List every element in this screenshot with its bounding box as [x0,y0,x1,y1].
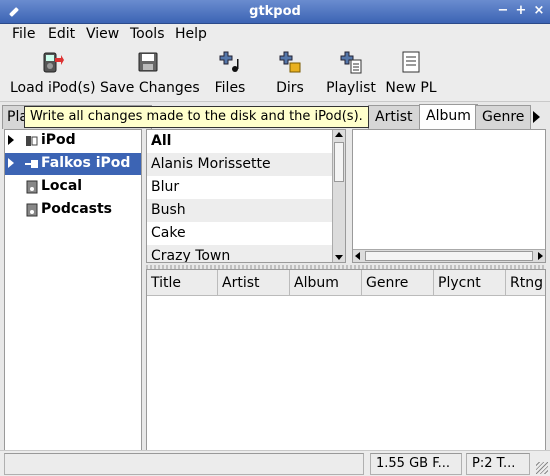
menu-edit[interactable]: Edit [48,26,75,42]
tree-item-falkos-ipod[interactable]: Falkos iPod [5,153,141,175]
column-title[interactable]: Title [147,270,218,296]
tab-genre-label: Genre [482,109,525,125]
expander-icon[interactable] [8,158,14,168]
add-files-icon [219,51,239,72]
new-playlist-icon [402,51,420,73]
tab-album[interactable]: Album [419,104,478,130]
tree-item-ipod[interactable]: iPod [5,130,141,152]
tab-artist-label: Artist [375,109,413,125]
scrollbar-thumb[interactable] [365,251,533,261]
column-artist[interactable]: Artist [218,270,290,296]
tab-genre[interactable]: Genre [475,105,532,129]
menu-tools[interactable]: Tools [130,26,165,42]
tab-artist[interactable]: Artist [368,105,420,129]
new-playlist-label: New PL [385,80,437,96]
column-album[interactable]: Album [290,270,362,296]
add-dirs-button[interactable]: Dirs [270,50,310,100]
menu-bar: File Edit View Tools Help [0,24,550,46]
add-playlist-icon [340,51,362,74]
add-playlist-button[interactable]: Playlist [326,50,376,100]
playlist-tree: iPod Falkos iPod Local Podcasts [4,129,142,457]
column-rtng[interactable]: Rtng [506,270,545,296]
save-changes-button[interactable]: Save Changes [100,50,200,100]
list-item[interactable]: All [147,130,333,153]
resize-grip[interactable] [536,462,548,474]
expander-icon[interactable] [8,135,14,145]
album-list [352,129,546,263]
tree-item-local[interactable]: Local [5,176,141,198]
add-files-label: Files [214,80,246,96]
tree-item-label: Falkos iPod [41,155,131,171]
scrollbar-thumb[interactable] [334,142,344,182]
close-icon[interactable]: × [531,3,547,19]
add-files-button[interactable]: Files [210,50,250,100]
list-item[interactable]: Alanis Morissette [147,153,333,176]
list-item[interactable]: Cake [147,222,333,245]
column-plycnt[interactable]: Plycnt [434,270,506,296]
tab-album-label: Album [426,108,471,124]
column-genre[interactable]: Genre [362,270,434,296]
save-changes-label: Save Changes [100,80,200,96]
track-list: Title Artist Album Genre Plycnt Rtng [146,269,546,457]
load-ipod-icon [43,52,64,73]
add-dirs-icon [279,51,301,73]
new-playlist-button[interactable]: New PL [384,50,438,100]
add-dirs-label: Dirs [276,80,304,96]
tab-scroll-right-icon[interactable] [533,111,540,123]
save-icon [138,52,158,72]
status-playlist-info: P:2 T... [466,453,530,475]
list-item[interactable]: Bush [147,199,333,222]
menu-file[interactable]: File [12,26,35,42]
scroll-up-icon[interactable] [335,132,343,137]
tree-item-label: Podcasts [41,201,113,217]
scroll-left-icon[interactable] [355,252,360,260]
status-bar: 1.55 GB F... P:2 T... [0,450,550,476]
toolbar: Load iPod(s) Save Changes Files Dirs Pla… [0,46,550,102]
window-title: gtkpod [249,4,301,19]
load-ipod-button[interactable]: Load iPod(s) [10,50,96,100]
tooltip: Write all changes made to the disk and t… [24,106,369,128]
add-playlist-label: Playlist [326,80,376,96]
album-scrollbar[interactable] [353,249,545,262]
load-ipod-label: Load iPod(s) [10,80,96,96]
status-free-space: 1.55 GB F... [370,453,462,475]
title-bar: gtkpod − + × [0,0,550,24]
scroll-down-icon[interactable] [335,255,343,260]
tree-item-label: Local [41,178,83,194]
list-item[interactable]: Crazy Town [147,245,333,262]
list-item[interactable]: Blur [147,176,333,199]
maximize-icon[interactable]: + [513,3,529,19]
menu-view[interactable]: View [86,26,119,42]
artist-scrollbar[interactable] [332,130,345,262]
local-icon [26,180,38,194]
ipod-connected-icon [25,160,38,168]
tree-item-label: iPod [41,132,76,148]
tree-item-podcasts[interactable]: Podcasts [5,199,141,221]
podcast-icon [26,203,38,217]
ipod-icon [26,136,38,146]
menu-help[interactable]: Help [175,26,207,42]
status-message [4,453,364,475]
artist-list: All Alanis Morissette Blur Bush Cake Cra… [146,129,346,263]
scroll-right-icon[interactable] [538,252,543,260]
minimize-icon[interactable]: − [495,3,511,19]
